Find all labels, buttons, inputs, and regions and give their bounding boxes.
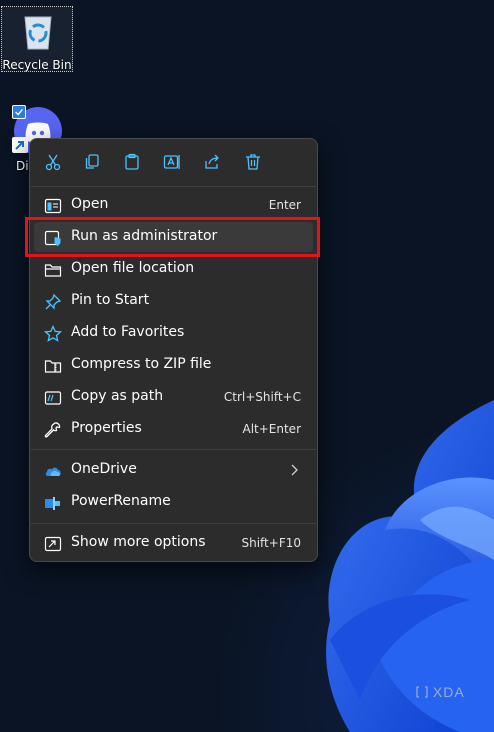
zip-folder-icon xyxy=(44,360,62,373)
star-icon xyxy=(44,325,62,342)
cut-icon xyxy=(45,154,61,171)
menu-item-add-to-favorites[interactable]: Add to Favorites xyxy=(34,318,313,348)
menu-item-shortcut: Ctrl+Shift+C xyxy=(223,390,301,404)
annotation-highlight-box xyxy=(25,217,320,257)
powerrename-icon xyxy=(45,497,60,510)
menu-item-label: Copy as path xyxy=(71,388,164,404)
folder-icon xyxy=(44,264,62,277)
menu-item-shortcut: Shift+F10 xyxy=(241,536,301,550)
context-menu-toolbar xyxy=(30,139,317,185)
share-button[interactable] xyxy=(201,151,223,173)
menu-item-label: Open xyxy=(71,196,109,212)
chevron-right-icon xyxy=(291,464,298,476)
recycle-bin-label: Recycle Bin xyxy=(2,58,72,72)
menu-item-powerrename[interactable]: PowerRename xyxy=(34,487,313,517)
delete-button[interactable] xyxy=(242,151,264,173)
copy-path-icon xyxy=(44,391,62,405)
discord-label: Di xyxy=(16,159,29,173)
menu-item-label: Add to Favorites xyxy=(71,324,185,340)
menu-item-show-more-options[interactable]: Show more options Shift+F10 xyxy=(34,528,313,558)
pin-icon xyxy=(45,293,62,310)
xda-logo-icon xyxy=(416,686,428,698)
menu-item-label: Compress to ZIP file xyxy=(71,356,212,372)
menu-item-label: Show more options xyxy=(71,534,206,550)
menu-item-label: OneDrive xyxy=(71,461,137,477)
show-more-icon xyxy=(44,536,62,552)
recycle-bin-icon xyxy=(24,16,52,50)
menu-item-onedrive[interactable]: OneDrive xyxy=(34,455,313,485)
share-icon xyxy=(205,154,219,169)
menu-item-open[interactable]: Open Enter xyxy=(34,190,313,220)
menu-item-label: Open file location xyxy=(71,260,195,276)
onedrive-cloud-icon xyxy=(45,467,61,476)
menu-divider xyxy=(31,523,316,524)
xda-watermark: XDA xyxy=(416,684,465,700)
paste-icon xyxy=(125,153,139,170)
toolbar-divider xyxy=(31,186,316,187)
menu-item-label: PowerRename xyxy=(71,493,171,509)
menu-item-shortcut: Alt+Enter xyxy=(242,422,301,436)
copy-button[interactable] xyxy=(81,151,103,173)
paste-button[interactable] xyxy=(121,151,143,173)
open-window-icon xyxy=(44,198,62,214)
menu-item-open-file-location[interactable]: Open file location xyxy=(34,254,313,284)
menu-item-shortcut: Enter xyxy=(268,198,301,212)
copy-icon xyxy=(85,154,99,169)
watermark-text: XDA xyxy=(432,684,465,700)
wrench-icon xyxy=(44,422,61,438)
menu-item-label: Pin to Start xyxy=(71,292,150,308)
menu-item-copy-as-path[interactable]: Copy as path Ctrl+Shift+C xyxy=(34,382,313,412)
context-menu: Open Enter Run as administrator Open fil… xyxy=(29,138,318,562)
recycle-bin-shortcut[interactable]: Recycle Bin xyxy=(1,6,73,72)
selection-checkbox[interactable] xyxy=(12,105,26,119)
rename-icon xyxy=(163,155,180,169)
cut-button[interactable] xyxy=(42,151,64,173)
menu-item-label: Properties xyxy=(71,420,142,436)
menu-divider xyxy=(31,449,316,450)
delete-icon xyxy=(246,154,260,170)
menu-item-compress-to-zip[interactable]: Compress to ZIP file xyxy=(34,350,313,380)
shortcut-arrow-icon xyxy=(12,137,28,153)
rename-button[interactable] xyxy=(161,151,183,173)
menu-item-properties[interactable]: Properties Alt+Enter xyxy=(34,414,313,444)
menu-item-pin-to-start[interactable]: Pin to Start xyxy=(34,286,313,316)
